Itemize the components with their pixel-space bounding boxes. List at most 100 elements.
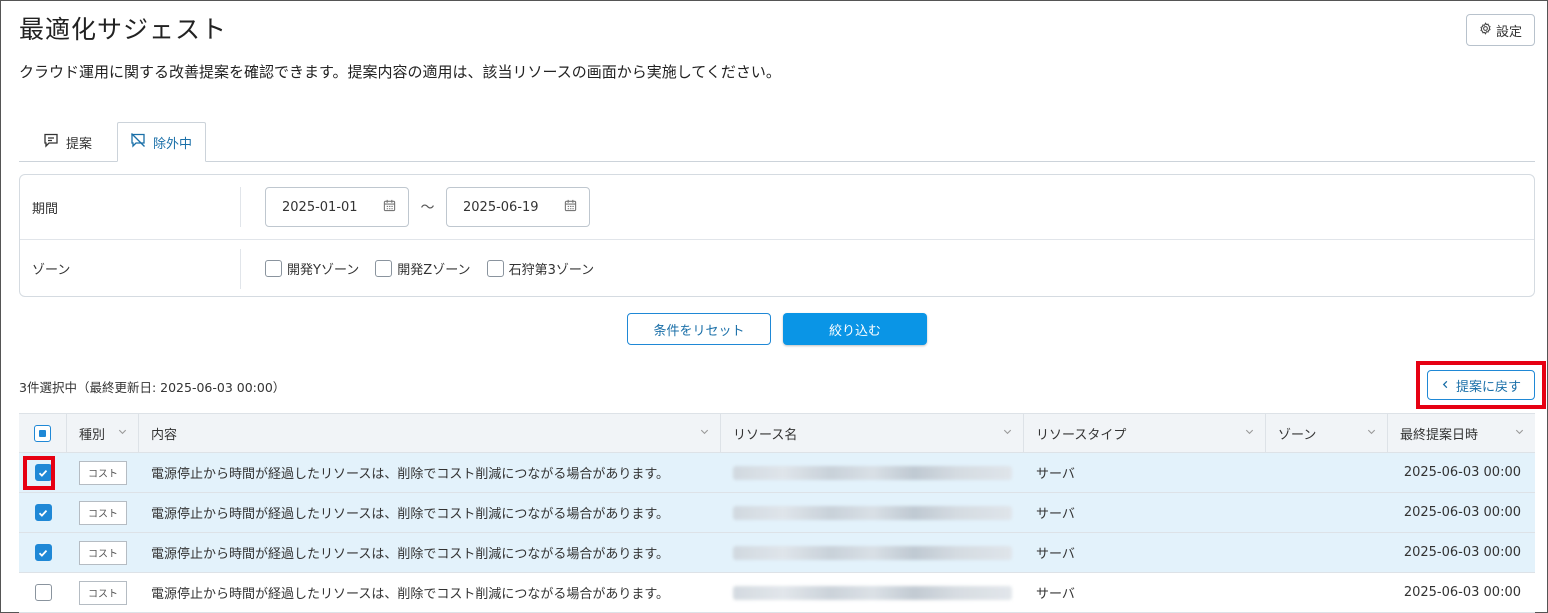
chevron-down-icon <box>117 426 128 441</box>
zone-label: ゾーン <box>32 263 71 278</box>
table-row[interactable]: コスト 電源停止から時間が経過したリソースは、削除でコスト削減につながる場合があ… <box>19 573 1535 613</box>
tab-proposal-label: 提案 <box>66 136 93 152</box>
selection-status: 3件選択中（最終更新日: 2025-06-03 00:00） <box>19 380 286 395</box>
restore-proposal-button[interactable]: 提案に戻す <box>1427 370 1535 400</box>
calendar-icon <box>564 199 577 216</box>
comment-off-icon <box>130 132 146 152</box>
resource-name-cell <box>721 533 1024 572</box>
row-check-cell <box>19 533 67 572</box>
date-to-input[interactable]: 2025-06-19 <box>446 187 590 227</box>
resource-type-cell: サーバ <box>1036 467 1075 482</box>
tab-excluded[interactable]: 除外中 <box>117 122 206 162</box>
column-header-zone[interactable]: ゾーン <box>1266 414 1388 452</box>
settings-label: 設定 <box>1495 24 1522 40</box>
column-label: リソース名 <box>733 427 798 443</box>
tab-proposal[interactable]: 提案 <box>31 122 104 162</box>
column-header-type[interactable]: 種別 <box>67 414 139 452</box>
apply-filter-button[interactable]: 絞り込む <box>783 313 927 345</box>
date-from-input[interactable]: 2025-01-01 <box>265 187 409 227</box>
zone-checkbox[interactable] <box>375 260 393 277</box>
select-all-cell <box>19 414 67 452</box>
column-header-content[interactable]: 内容 <box>139 414 721 452</box>
column-label: 最終提案日時 <box>1400 427 1479 443</box>
redacted-resource-name <box>733 465 1012 480</box>
highlight-box <box>23 456 55 490</box>
zone-option-label: 開発Yゾーン <box>287 263 360 278</box>
row-check-cell <box>19 573 67 612</box>
row-checkbox[interactable] <box>34 544 52 561</box>
redacted-resource-name <box>733 585 1012 600</box>
chevron-down-icon <box>1514 426 1525 441</box>
row-checkbox[interactable] <box>34 504 52 521</box>
date-cell: 2025-06-03 00:00 <box>1403 505 1521 520</box>
resource-type-cell: サーバ <box>1036 547 1075 562</box>
date-cell: 2025-06-03 00:00 <box>1403 585 1521 600</box>
comment-icon <box>43 132 59 152</box>
row-checkbox[interactable] <box>34 584 52 601</box>
column-label: ゾーン <box>1278 427 1317 443</box>
zone-checkbox[interactable] <box>486 260 504 277</box>
filter-panel: 期間 2025-01-01 ～ 2025-06-19 ゾーン 開発Yゾーン 開発… <box>19 174 1535 297</box>
content-cell: 電源停止から時間が経過したリソースは、削除でコスト削減につながる場合があります。 <box>151 547 670 562</box>
redacted-resource-name <box>733 505 1012 520</box>
tab-bar: 提案 除外中 <box>19 122 1535 162</box>
row-check-cell <box>19 493 67 532</box>
zone-option-ishikari-3[interactable]: 石狩第3ゾーン <box>486 259 595 278</box>
type-tag: コスト <box>79 580 127 605</box>
column-header-resource-name[interactable]: リソース名 <box>721 414 1024 452</box>
reset-filter-button[interactable]: 条件をリセット <box>627 313 771 345</box>
zone-option-label: 開発Zゾーン <box>397 263 471 278</box>
type-cell: コスト <box>67 453 139 492</box>
select-all-checkbox[interactable] <box>34 424 51 442</box>
zone-checkbox[interactable] <box>265 260 282 277</box>
content-cell: 電源停止から時間が経過したリソースは、削除でコスト削減につながる場合があります。 <box>151 507 670 522</box>
table-row[interactable]: コスト 電源停止から時間が経過したリソースは、削除でコスト削減につながる場合があ… <box>19 453 1535 493</box>
resource-type-cell: サーバ <box>1036 507 1075 522</box>
zone-option-label: 石狩第3ゾーン <box>508 263 595 278</box>
type-tag: コスト <box>79 540 127 565</box>
date-to-value: 2025-06-19 <box>463 199 539 215</box>
type-cell: コスト <box>67 573 139 612</box>
zone-cell <box>1266 573 1388 612</box>
resource-type-cell: サーバ <box>1036 587 1075 602</box>
column-label: 種別 <box>79 427 106 443</box>
resource-name-cell <box>721 453 1024 492</box>
resource-name-cell <box>721 573 1024 612</box>
content-cell: 電源停止から時間が経過したリソースは、削除でコスト削減につながる場合があります。 <box>151 467 670 482</box>
column-label: 内容 <box>151 427 178 443</box>
zone-option-dev-z[interactable]: 開発Zゾーン <box>375 259 471 278</box>
zone-option-dev-y[interactable]: 開発Yゾーン <box>265 259 359 278</box>
table-header: 種別 内容 リソース名 リソースタイプ ゾーン 最終提案日時 <box>19 413 1535 453</box>
chevron-down-icon <box>1002 426 1013 441</box>
content-cell: 電源停止から時間が経過したリソースは、削除でコスト削減につながる場合があります。 <box>151 587 670 602</box>
type-cell: コスト <box>67 533 139 572</box>
date-cell: 2025-06-03 00:00 <box>1403 465 1521 480</box>
period-filter-row: 期間 2025-01-01 ～ 2025-06-19 <box>20 175 1534 240</box>
table-row[interactable]: コスト 電源停止から時間が経過したリソースは、削除でコスト削減につながる場合があ… <box>19 533 1535 573</box>
zone-filter-row: ゾーン 開発Yゾーン 開発Zゾーン 石狩第3ゾーン <box>20 240 1534 297</box>
divider <box>240 187 241 227</box>
zone-cell <box>1266 493 1388 532</box>
redacted-resource-name <box>733 545 1012 560</box>
column-label: リソースタイプ <box>1036 427 1127 443</box>
type-tag: コスト <box>79 460 127 485</box>
date-from-value: 2025-01-01 <box>282 199 358 215</box>
zone-cell <box>1266 453 1388 492</box>
page-description: クラウド運用に関する改善提案を確認できます。提案内容の適用は、該当リソースの画面… <box>19 63 781 81</box>
suggestion-table: 種別 内容 リソース名 リソースタイプ ゾーン 最終提案日時 コスト 電源停止か… <box>19 413 1535 613</box>
type-cell: コスト <box>67 493 139 532</box>
table-row[interactable]: コスト 電源停止から時間が経過したリソースは、削除でコスト削減につながる場合があ… <box>19 493 1535 533</box>
gear-icon <box>1479 21 1492 39</box>
period-label: 期間 <box>32 201 59 217</box>
column-header-last-proposed[interactable]: 最終提案日時 <box>1388 414 1535 452</box>
tab-excluded-label: 除外中 <box>153 136 193 152</box>
chevron-down-icon <box>1366 426 1377 441</box>
restore-proposal-label: 提案に戻す <box>1455 379 1521 395</box>
column-header-resource-type[interactable]: リソースタイプ <box>1024 414 1266 452</box>
divider <box>240 248 241 289</box>
zone-cell <box>1266 533 1388 572</box>
resource-name-cell <box>721 493 1024 532</box>
date-separator: ～ <box>420 200 435 216</box>
chevron-down-icon <box>1244 426 1255 441</box>
settings-button[interactable]: 設定 <box>1466 14 1535 46</box>
